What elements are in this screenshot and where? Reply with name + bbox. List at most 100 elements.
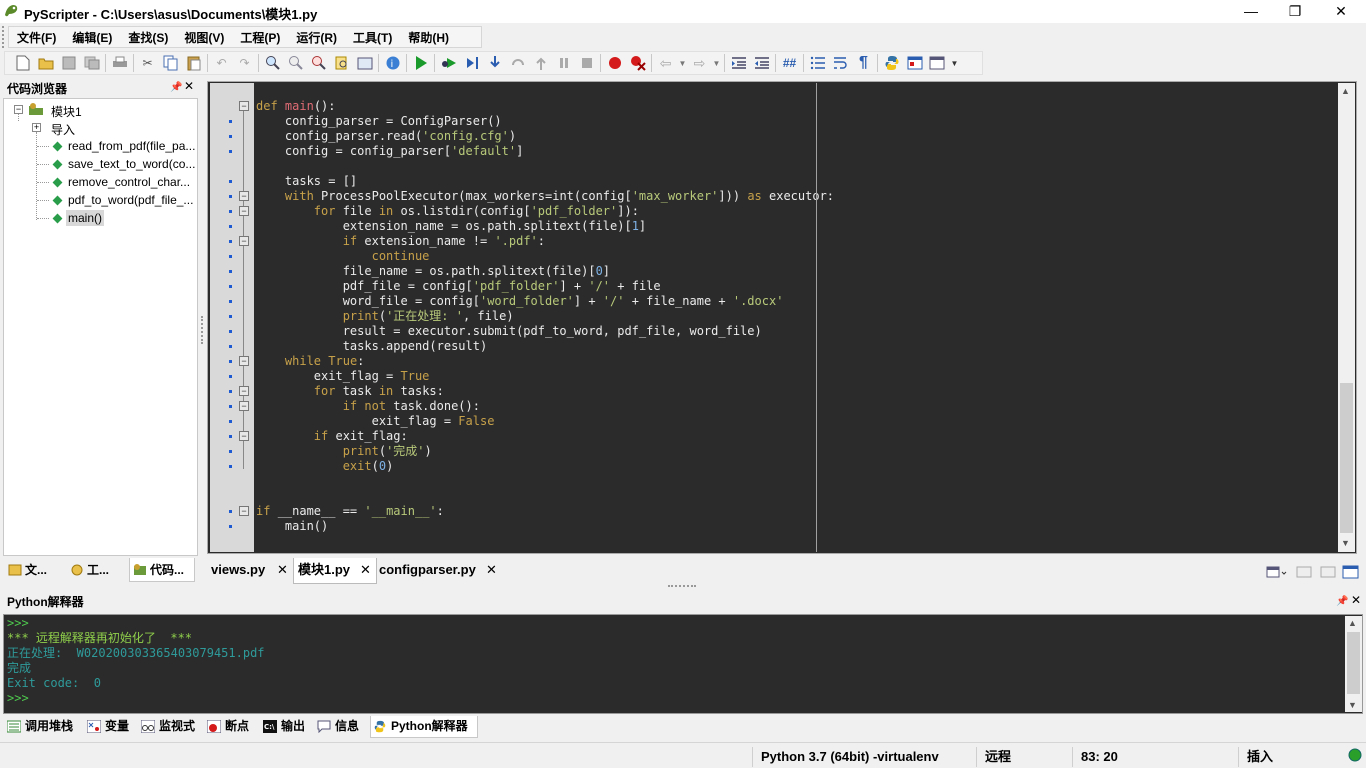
tree-function[interactable]: remove_control_char...: [68, 175, 190, 189]
line-marker-dot[interactable]: [229, 405, 232, 408]
code-line[interactable]: while True:: [256, 354, 365, 369]
line-marker-dot[interactable]: [229, 330, 232, 333]
find-in-files-icon[interactable]: [332, 53, 352, 73]
scroll-up-icon[interactable]: ▲: [1348, 618, 1357, 628]
back-dropdown-icon[interactable]: ▼: [679, 53, 687, 73]
tree-function[interactable]: save_text_to_word(co...: [68, 157, 195, 171]
scroll-down-icon[interactable]: ▼: [1348, 700, 1357, 710]
redo-icon[interactable]: ↷: [235, 53, 255, 73]
collapse-icon[interactable]: −: [14, 105, 23, 114]
new-tab-icon[interactable]: [1342, 564, 1360, 580]
pilcrow-icon[interactable]: ¶: [854, 53, 874, 73]
line-marker-dot[interactable]: [229, 345, 232, 348]
menu-view[interactable]: 视图(V): [176, 29, 232, 46]
menu-edit[interactable]: 编辑(E): [64, 29, 120, 46]
tab-breakpoints[interactable]: 断点: [205, 716, 259, 738]
list-icon[interactable]: [808, 53, 828, 73]
code-line[interactable]: result = executor.submit(pdf_to_word, pd…: [256, 324, 762, 339]
save-icon[interactable]: [59, 53, 79, 73]
close-panel-button[interactable]: ✕: [184, 79, 194, 93]
scroll-thumb[interactable]: [1340, 383, 1353, 533]
menu-tools[interactable]: 工具(T): [345, 29, 400, 46]
close-tab-icon[interactable]: ✕: [277, 558, 288, 582]
menu-run[interactable]: 运行(R): [288, 29, 345, 46]
code-line[interactable]: main(): [256, 519, 328, 534]
code-line[interactable]: if extension_name != '.pdf':: [256, 234, 545, 249]
line-marker-dot[interactable]: [229, 285, 232, 288]
scroll-thumb[interactable]: [1347, 632, 1360, 694]
fold-toggle-icon[interactable]: −: [239, 101, 249, 111]
code-line[interactable]: config = config_parser['default']: [256, 144, 523, 159]
line-marker-dot[interactable]: [229, 195, 232, 198]
open-file-icon[interactable]: [36, 53, 56, 73]
line-marker-dot[interactable]: [229, 270, 232, 273]
pause-icon[interactable]: [554, 53, 574, 73]
code-line[interactable]: file_name = os.path.splitext(file)[0]: [256, 264, 610, 279]
maximize-button[interactable]: ❐: [1272, 0, 1318, 23]
forward-dropdown-icon[interactable]: ▼: [713, 53, 721, 73]
code-line[interactable]: with ProcessPoolExecutor(max_workers=int…: [256, 189, 834, 204]
code-line[interactable]: exit_flag = False: [256, 414, 495, 429]
scroll-up-icon[interactable]: ▲: [1341, 86, 1350, 96]
vertical-splitter[interactable]: [201, 316, 205, 344]
code-line[interactable]: if exit_flag:: [256, 429, 408, 444]
fold-toggle-icon[interactable]: −: [239, 431, 249, 441]
python-icon[interactable]: [882, 53, 902, 73]
tree-function[interactable]: read_from_pdf(file_pa...: [68, 139, 195, 153]
tab-variables[interactable]: 变量: [85, 716, 137, 738]
interpreter-console[interactable]: >>> *** 远程解释器再初始化了 *** 正在处理: W020200303365…: [3, 614, 1363, 714]
code-line[interactable]: exit_flag = True: [256, 369, 430, 384]
line-marker-dot[interactable]: [229, 150, 232, 153]
line-marker-dot[interactable]: [229, 390, 232, 393]
debug-icon[interactable]: [439, 53, 459, 73]
back-icon[interactable]: ⇦: [656, 53, 676, 73]
code-line[interactable]: exit(0): [256, 459, 394, 474]
dedent-icon[interactable]: [752, 53, 772, 73]
menubar-grip[interactable]: [2, 26, 7, 48]
close-tab-icon[interactable]: ✕: [486, 558, 497, 582]
layout-icon[interactable]: [928, 53, 948, 73]
line-marker-dot[interactable]: [229, 450, 232, 453]
close-panel-button[interactable]: ✕: [1351, 593, 1361, 607]
next-tab-icon[interactable]: [1320, 564, 1338, 580]
editor-vertical-scrollbar[interactable]: ▲ ▼: [1338, 83, 1355, 552]
line-marker-dot[interactable]: [229, 360, 232, 363]
tab-python-interpreter[interactable]: Python解释器: [370, 716, 478, 738]
line-marker-dot[interactable]: [229, 435, 232, 438]
fold-toggle-icon[interactable]: −: [239, 506, 249, 516]
line-marker-dot[interactable]: [229, 120, 232, 123]
tab-code-explorer[interactable]: 代码...: [129, 558, 195, 582]
tree-root-module[interactable]: 模块1: [51, 103, 82, 120]
code-line[interactable]: for task in tasks:: [256, 384, 444, 399]
run-to-cursor-icon[interactable]: [531, 53, 551, 73]
close-tab-icon[interactable]: ✕: [360, 558, 371, 582]
menu-project[interactable]: 工程(P): [232, 29, 288, 46]
editor-gutter[interactable]: [210, 83, 254, 552]
toggle-breakpoint-icon[interactable]: [605, 53, 625, 73]
print-icon[interactable]: [110, 53, 130, 73]
tree-function-selected[interactable]: main(): [66, 210, 105, 226]
fold-toggle-icon[interactable]: −: [239, 236, 249, 246]
tab-project-explorer[interactable]: 工...: [67, 558, 127, 582]
fold-toggle-icon[interactable]: −: [239, 206, 249, 216]
code-line[interactable]: config_parser = ConfigParser(): [256, 114, 502, 129]
line-marker-dot[interactable]: [229, 510, 232, 513]
fold-toggle-icon[interactable]: −: [239, 191, 249, 201]
code-line[interactable]: if not task.done():: [256, 399, 480, 414]
save-all-icon[interactable]: [82, 53, 102, 73]
scroll-down-icon[interactable]: ▼: [1341, 538, 1350, 548]
line-marker-dot[interactable]: [229, 375, 232, 378]
tab-call-stack[interactable]: 调用堆栈: [5, 716, 83, 738]
tab-file-explorer[interactable]: 文...: [5, 558, 67, 582]
line-marker-dot[interactable]: [229, 255, 232, 258]
clear-breakpoints-icon[interactable]: [628, 53, 648, 73]
line-marker-dot[interactable]: [229, 240, 232, 243]
tab-module1-py-active[interactable]: 模块1.py ✕: [293, 558, 377, 584]
cut-icon[interactable]: ✂: [138, 53, 158, 73]
help-icon[interactable]: i: [383, 53, 403, 73]
code-line[interactable]: print('完成'): [256, 444, 432, 459]
fold-toggle-icon[interactable]: −: [239, 386, 249, 396]
comment-icon[interactable]: ##: [780, 53, 800, 73]
line-marker-dot[interactable]: [229, 210, 232, 213]
undo-icon[interactable]: ↶: [212, 53, 232, 73]
